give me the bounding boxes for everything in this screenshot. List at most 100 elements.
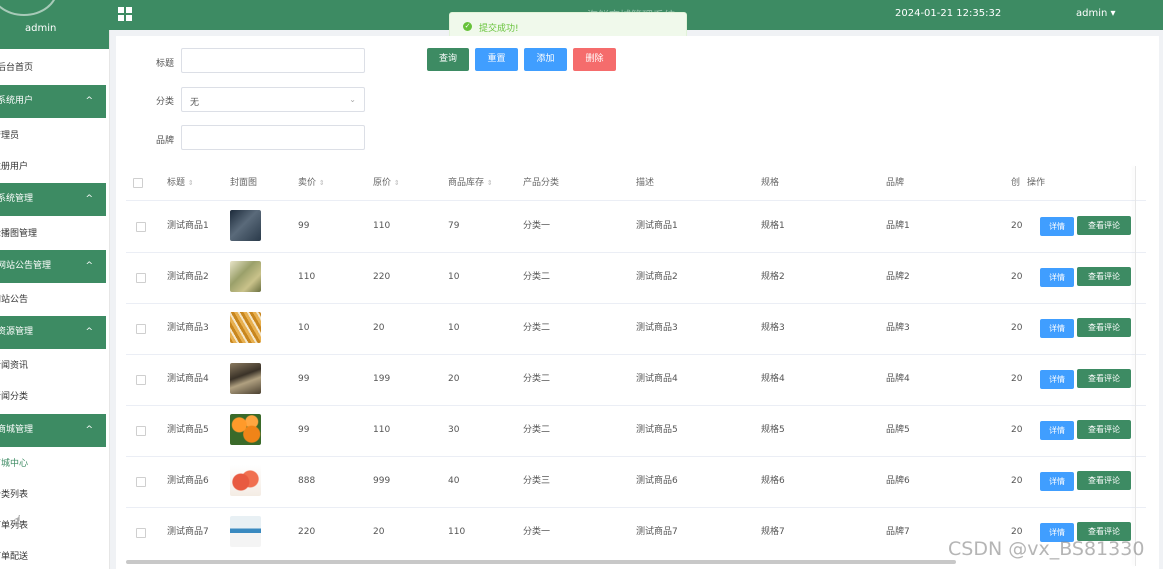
product-thumbnail: [230, 516, 261, 547]
detail-button[interactable]: 详情: [1040, 472, 1074, 491]
detail-button[interactable]: 详情: [1040, 421, 1074, 440]
check-circle-icon: ✓: [463, 22, 472, 31]
cell-desc: 测试商品5: [636, 425, 678, 435]
sidebar-group-resources[interactable]: 资源管理 ^: [0, 316, 106, 349]
cell-title: 测试商品5: [167, 425, 209, 435]
row-checkbox[interactable]: [136, 528, 146, 538]
table-row: 测试商品1 99 110 79 分类一 测试商品1 规格1 品牌1 20 详情 …: [126, 201, 1146, 253]
title-label: 标题: [156, 59, 175, 69]
brand-input[interactable]: [181, 125, 365, 150]
cell-category: 分类二: [523, 374, 551, 384]
sidebar-item-mall-center[interactable]: 商城中心: [0, 452, 101, 476]
cell-orig-price: 20: [373, 323, 385, 333]
cell-created: 20: [1011, 476, 1023, 486]
chevron-up-icon: ^: [85, 261, 93, 271]
sidebar-group-system-manage[interactable]: 系统管理 ^: [0, 183, 106, 216]
user-dropdown[interactable]: admin ▾: [1076, 8, 1116, 19]
cell-desc: 测试商品6: [636, 476, 678, 486]
cell-created: 20: [1011, 323, 1023, 333]
product-thumbnail: [230, 210, 261, 241]
sidebar-item-news-category[interactable]: 新闻分类: [0, 385, 101, 409]
row-checkbox[interactable]: [136, 426, 146, 436]
delete-button[interactable]: 删除: [573, 48, 616, 71]
cell-desc: 测试商品1: [636, 221, 678, 231]
col-stock[interactable]: 商品库存 ⇕: [448, 166, 493, 200]
view-reviews-button[interactable]: 查看评论: [1077, 471, 1131, 490]
reset-button[interactable]: 重置: [475, 48, 518, 71]
cell-desc: 测试商品3: [636, 323, 678, 333]
cell-stock: 10: [448, 272, 460, 282]
col-created: 创: [1011, 178, 1021, 188]
cell-category: 分类二: [523, 272, 551, 282]
cell-brand: 品牌4: [886, 374, 910, 384]
sort-icon: ⇕: [486, 179, 493, 187]
detail-button[interactable]: 详情: [1040, 217, 1074, 236]
sidebar-group-label: 网站公告管理: [0, 261, 52, 271]
cell-spec: 规格4: [761, 374, 785, 384]
cell-stock: 110: [448, 527, 466, 537]
cell-stock: 40: [448, 476, 460, 486]
col-title[interactable]: 标题 ⇕: [167, 166, 194, 200]
cell-desc: 测试商品4: [636, 374, 678, 384]
product-thumbnail: [230, 363, 261, 394]
cell-orig-price: 999: [373, 476, 391, 486]
detail-button[interactable]: 详情: [1040, 370, 1074, 389]
row-checkbox[interactable]: [136, 273, 146, 283]
view-reviews-button[interactable]: 查看评论: [1077, 267, 1131, 286]
category-select-value: 无: [190, 98, 200, 108]
cell-brand: 品牌1: [886, 221, 910, 231]
select-all-checkbox[interactable]: [133, 178, 143, 188]
view-reviews-button[interactable]: 查看评论: [1077, 369, 1131, 388]
sidebar-group-announcements[interactable]: 网站公告管理 ^: [0, 250, 106, 283]
row-checkbox[interactable]: [136, 477, 146, 487]
sidebar-group-system-users[interactable]: 系统用户 ^: [0, 85, 106, 118]
cell-title: 测试商品6: [167, 476, 209, 486]
col-price-label: 卖价: [298, 178, 317, 188]
cell-orig-price: 220: [373, 272, 391, 282]
detail-button[interactable]: 详情: [1040, 319, 1074, 338]
cell-spec: 规格6: [761, 476, 785, 486]
col-orig-price[interactable]: 原价 ⇕: [373, 166, 400, 200]
col-category: 产品分类: [523, 178, 560, 188]
category-select[interactable]: 无 ⌄: [181, 87, 365, 112]
hand-cursor-icon: ☝: [14, 513, 22, 527]
sidebar-item-order-delivery[interactable]: 订单配送: [0, 545, 101, 569]
menu-grid-icon[interactable]: [118, 7, 132, 21]
cell-brand: 品牌6: [886, 476, 910, 486]
cell-title: 测试商品7: [167, 527, 209, 537]
cell-price: 99: [298, 221, 310, 231]
detail-button[interactable]: 详情: [1040, 268, 1074, 287]
table-row: 测试商品2 110 220 10 分类二 测试商品2 规格2 品牌2 20 详情…: [126, 252, 1146, 304]
cell-title: 测试商品4: [167, 374, 209, 384]
search-button[interactable]: 查询: [427, 48, 469, 71]
sidebar-item-news[interactable]: 新闻资讯: [0, 354, 101, 378]
sidebar-item-registered-users[interactable]: 注册用户: [0, 155, 101, 179]
title-input[interactable]: [181, 48, 365, 73]
sidebar-item-site-announcement[interactable]: 网站公告: [0, 288, 101, 312]
col-title-label: 标题: [167, 178, 186, 188]
toast-message: 提交成功!: [479, 24, 519, 34]
product-thumbnail: [230, 261, 261, 292]
sidebar-group-mall[interactable]: 商城管理 ^: [0, 414, 106, 447]
sidebar-item-home[interactable]: 后台首页: [0, 56, 106, 80]
row-checkbox[interactable]: [136, 222, 146, 232]
col-cover: 封面图: [230, 178, 258, 188]
view-reviews-button[interactable]: 查看评论: [1077, 420, 1131, 439]
cell-desc: 测试商品2: [636, 272, 678, 282]
product-thumbnail: [230, 414, 261, 445]
sidebar-item-carousel[interactable]: 轮播图管理: [0, 222, 101, 246]
sidebar-group-label: 系统用户: [0, 96, 34, 106]
row-checkbox[interactable]: [136, 324, 146, 334]
row-checkbox[interactable]: [136, 375, 146, 385]
cell-orig-price: 199: [373, 374, 391, 384]
sidebar-header: admin: [0, 0, 109, 49]
col-price[interactable]: 卖价 ⇕: [298, 166, 325, 200]
view-reviews-button[interactable]: 查看评论: [1077, 216, 1131, 235]
horizontal-scrollbar[interactable]: [126, 560, 956, 564]
col-spec: 规格: [761, 178, 780, 188]
sidebar-item-category-list[interactable]: 分类列表: [0, 483, 101, 507]
view-reviews-button[interactable]: 查看评论: [1077, 318, 1131, 337]
sidebar-item-admins[interactable]: 管理员: [0, 124, 101, 148]
sidebar: admin 后台首页 系统用户 ^ 管理员 注册用户 系统管理 ^ 轮播图管理 …: [0, 0, 110, 569]
add-button[interactable]: 添加: [524, 48, 567, 71]
